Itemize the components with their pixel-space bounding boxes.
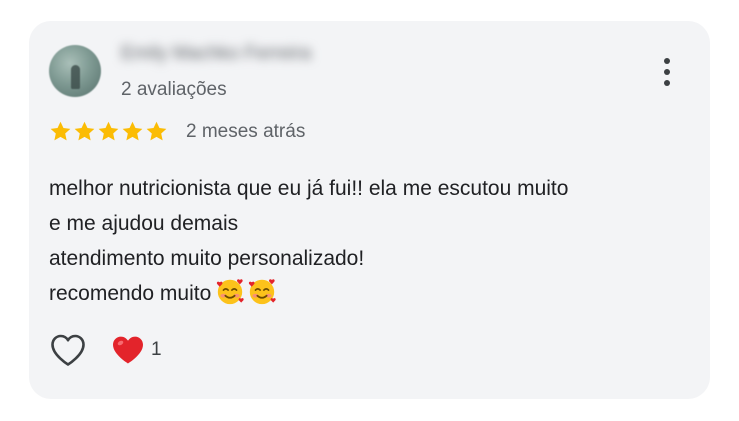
more-options-button[interactable] (654, 55, 680, 89)
star-icon (146, 121, 167, 141)
emoji-group (215, 276, 277, 306)
review-text-line: melhor nutricionista que eu já fui!! ela… (49, 177, 569, 200)
review-card: Emily Machko Ferreira 2 avaliações 2 mes… (29, 21, 710, 399)
review-text: melhor nutricionista que eu já fui!! ela… (49, 171, 699, 311)
review-text-line: recomendo muito (49, 282, 212, 305)
heart-reaction[interactable]: 1 (111, 334, 162, 366)
star-icon (98, 121, 119, 141)
smiling-face-with-hearts-icon (247, 276, 277, 306)
smiling-face-with-hearts-icon (215, 276, 245, 306)
more-vert-icon (664, 58, 670, 86)
reviewer-name[interactable]: Emily Machko Ferreira (121, 43, 311, 65)
star-rating (49, 120, 168, 143)
reaction-count: 1 (151, 339, 162, 360)
review-text-line-last: recomendo muito (49, 276, 699, 311)
review-date: 2 meses atrás (186, 121, 306, 142)
review-count[interactable]: 2 avaliações (121, 79, 227, 101)
review-text-line: atendimento muito personalizado! (49, 247, 365, 270)
like-button[interactable] (49, 332, 87, 368)
red-heart-icon (113, 336, 143, 364)
heart-outline-icon (51, 334, 85, 366)
star-icon (50, 121, 71, 141)
star-icon (122, 121, 143, 141)
star-icon (74, 121, 95, 141)
review-text-line: e me ajudou demais (49, 212, 239, 235)
avatar[interactable] (49, 45, 101, 97)
